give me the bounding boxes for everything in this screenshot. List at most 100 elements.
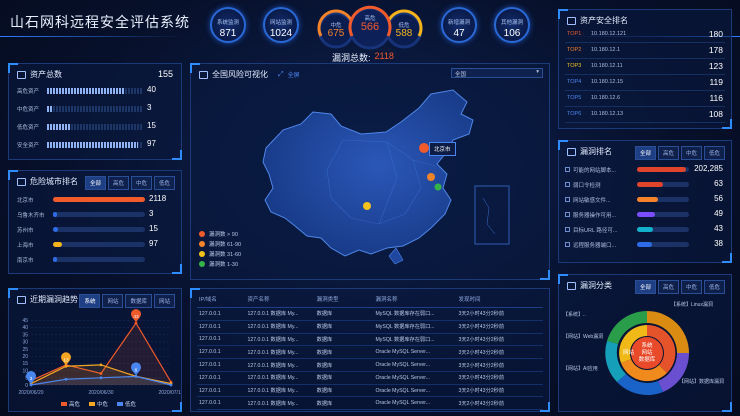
table-row[interactable]: 127.0.0.1 127.0.0.1 数据库 My... 数据库 MySQL 数据库…: [197, 333, 543, 347]
table-header[interactable]: 发现时间: [456, 291, 543, 308]
city-row-fill: [53, 212, 57, 217]
tab-website-2[interactable]: 网站: [153, 294, 175, 308]
map-marker[interactable]: [427, 173, 435, 181]
tab-mid[interactable]: 中危: [130, 176, 152, 190]
asset-rank-row[interactable]: TOP5 10.180.12.6 116: [559, 93, 731, 107]
checkbox-icon[interactable]: [565, 182, 570, 187]
asset-rank-row[interactable]: TOP4 10.180.12.15 119: [559, 77, 731, 91]
tab-database[interactable]: 数据库: [125, 294, 152, 308]
map-marker[interactable]: [434, 183, 442, 191]
city-row-label: 上海市: [17, 243, 34, 249]
data-point[interactable]: [169, 383, 173, 387]
map-marker[interactable]: [363, 202, 371, 210]
city-row[interactable]: 南京市: [9, 255, 181, 265]
table-cell: 127.0.0.1 数据库 My...: [245, 333, 315, 347]
data-point[interactable]: [64, 364, 68, 368]
tab-mid[interactable]: 中危: [680, 146, 702, 160]
rank-ip: 10.180.12.13: [591, 111, 624, 117]
table-row[interactable]: 127.0.0.1 127.0.0.1 数据库 My... 数据库 Oracle My…: [197, 358, 543, 372]
tab-low[interactable]: 低危: [153, 176, 175, 190]
city-row-fill: [53, 227, 58, 232]
table-cell: 127.0.0.1: [197, 396, 246, 411]
vuln-rank-row[interactable]: 弱口令检测 63: [559, 179, 731, 190]
asset-rank-row[interactable]: TOP1 10.180.12.121 180: [559, 29, 731, 43]
stat-new-vuln[interactable]: 新增漏洞 47: [441, 7, 477, 43]
table-cell: 127.0.0.1 数据库 My...: [245, 320, 315, 334]
checkbox-icon[interactable]: [565, 242, 570, 247]
table-header[interactable]: 资产名称: [245, 291, 315, 308]
stat-system[interactable]: 系统监测 871: [210, 7, 246, 43]
rank-ip: 10.180.12.6: [591, 95, 621, 101]
asset-rank-row[interactable]: TOP6 10.180.12.13 108: [559, 109, 731, 123]
tab-high[interactable]: 高危: [657, 146, 679, 160]
tab-all[interactable]: 全部: [84, 176, 106, 190]
data-point[interactable]: [99, 376, 103, 380]
rank-divider: [565, 122, 725, 123]
tab-low[interactable]: 低危: [703, 280, 725, 294]
asset-row-fill: [47, 142, 139, 148]
table-cell: 数据库: [314, 384, 374, 398]
data-point[interactable]: [99, 363, 103, 367]
outer-label: 【网站】AI应用: [563, 366, 598, 372]
city-row[interactable]: 上海市 97: [9, 239, 181, 250]
table-row[interactable]: 127.0.0.1 127.0.0.1 数据库 My... 数据库 Oracle My…: [197, 345, 543, 360]
center-label: 数据库: [638, 357, 656, 363]
map-popup: 北京市: [429, 142, 456, 156]
data-label: 43: [133, 314, 139, 320]
city-row[interactable]: 乌鲁木齐市 3: [9, 209, 181, 220]
legend-item: 低危: [117, 400, 136, 408]
vuln-rank-row[interactable]: 可能的网站脚本... 202,285: [559, 164, 731, 175]
table-row[interactable]: 127.0.0.1 127.0.0.1 数据库 My... 数据库 MySQL 数据库…: [197, 307, 543, 321]
tab-all[interactable]: 全部: [634, 280, 656, 294]
stat-website[interactable]: 网站监测 1024: [263, 7, 299, 43]
asset-rank-row[interactable]: TOP2 10.180.12.1 178: [559, 45, 731, 59]
vuln-rank-row[interactable]: 目标URL 路径可... 43: [559, 224, 731, 235]
table-cell: 127.0.0.1 数据库 My...: [245, 345, 315, 360]
vuln-rank-row[interactable]: 服务器操作可用... 49: [559, 209, 731, 220]
tab-mid[interactable]: 中危: [680, 280, 702, 294]
table-cell: Oracle MySQL Server...: [373, 345, 457, 360]
checkbox-icon[interactable]: [565, 212, 570, 217]
table-cell: Oracle MySQL Server...: [373, 396, 457, 411]
table-header[interactable]: 漏洞类型: [314, 291, 374, 308]
table-row[interactable]: 127.0.0.1 127.0.0.1 数据库 My... 数据库 Oracle My…: [197, 384, 543, 398]
checkbox-icon[interactable]: [565, 227, 570, 232]
tab-high[interactable]: 高危: [107, 176, 129, 190]
tab-high[interactable]: 高危: [657, 280, 679, 294]
legend-dot: [199, 251, 205, 257]
table-row[interactable]: 127.0.0.1 127.0.0.1 数据库 My... 数据库 MySQL 数据库…: [197, 320, 543, 334]
tab-low[interactable]: 低危: [703, 146, 725, 160]
vuln-rank-row[interactable]: 网站敏感文件... 56: [559, 194, 731, 205]
y-tick-label: 45: [22, 318, 28, 324]
city-row[interactable]: 苏州市 15: [9, 224, 181, 235]
table-row[interactable]: 127.0.0.1 127.0.0.1 数据库 My... 数据库 Oracle My…: [197, 371, 543, 385]
vuln-rank-fill: [637, 212, 656, 217]
data-point[interactable]: [64, 377, 68, 381]
region-select[interactable]: 全国 ▾: [451, 68, 543, 78]
data-point[interactable]: [134, 374, 138, 378]
asset-total-value: 155: [157, 69, 173, 79]
stat-other-vuln[interactable]: 其他漏洞 106: [494, 7, 530, 43]
trend-panel: 近期漏洞趋势 系统 网站 数据库 网站 0 5 10 15 20 25 30 35 40 45 20…: [8, 288, 182, 412]
city-row-value: 15: [149, 224, 158, 233]
rank-label: TOP3: [567, 63, 582, 69]
checkbox-icon[interactable]: [565, 197, 570, 202]
tab-all[interactable]: 全部: [634, 146, 656, 160]
tab-system[interactable]: 系统: [79, 294, 101, 308]
data-point[interactable]: [29, 383, 33, 387]
rank-ip: 10.180.12.11: [591, 63, 623, 69]
tab-website[interactable]: 网站: [102, 294, 124, 308]
vuln-rank-row[interactable]: 远程服务器端口... 38: [559, 239, 731, 250]
table-header[interactable]: IP/域名: [197, 291, 246, 308]
map-marker[interactable]: [419, 143, 429, 153]
checkbox-icon[interactable]: [565, 167, 570, 172]
asset-row-bar: [47, 88, 143, 94]
data-label: 6: [135, 367, 138, 373]
table-header[interactable]: 漏洞名称: [373, 291, 457, 308]
china-map[interactable]: [191, 78, 549, 278]
data-point[interactable]: [134, 321, 138, 325]
asset-rank-row[interactable]: TOP3 10.180.12.11 123: [559, 61, 731, 75]
table-row[interactable]: 127.0.0.1 127.0.0.1 数据库 My... 数据库 Oracle My…: [197, 396, 543, 411]
city-row[interactable]: 北京市 2118: [9, 194, 181, 205]
rank-divider: [565, 42, 725, 43]
